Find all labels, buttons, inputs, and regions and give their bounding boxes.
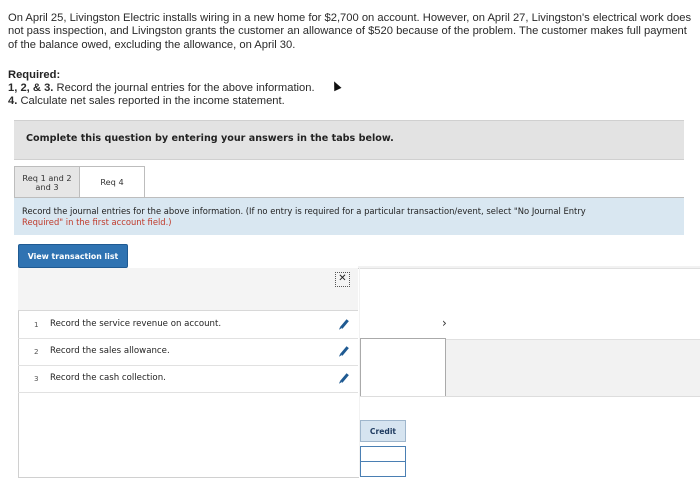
transaction-row[interactable]: 1 Record the service revenue on account. [18, 312, 358, 339]
credit-input[interactable] [360, 461, 406, 477]
tab-req-4[interactable]: Req 4 [79, 166, 145, 200]
mouse-cursor-icon [330, 79, 342, 92]
tab-req-1-2-3-label: Req 1 and 2 and 3 [22, 172, 72, 192]
transaction-row[interactable]: 3 Record the cash collection. [18, 366, 358, 393]
journal-entry-panel [360, 268, 700, 340]
transaction-description: Record the cash collection. [50, 373, 166, 383]
required-item-1: 1, 2, & 3. Record the journal entries fo… [8, 82, 315, 94]
transaction-number: 2 [34, 347, 39, 356]
transaction-row[interactable]: 2 Record the sales allowance. [18, 339, 358, 366]
pencil-icon[interactable] [340, 319, 349, 329]
pencil-icon[interactable] [340, 373, 349, 383]
required-heading: Required: [8, 69, 61, 81]
tab-req-4-label: Req 4 [100, 177, 124, 188]
required-item-2-num: 4. [8, 95, 18, 107]
required-item-2-text: Calculate net sales reported in the inco… [20, 95, 285, 107]
required-item-1-num: 1, 2, & 3. [8, 82, 54, 94]
required-item-2: 4. Calculate net sales reported in the i… [8, 95, 285, 107]
transaction-list-header [18, 268, 358, 311]
instructions-main: Record the journal entries for the above… [22, 206, 586, 216]
chevron-right-icon[interactable]: › [442, 316, 447, 330]
credit-input[interactable] [360, 446, 406, 462]
close-icon[interactable]: ✕ [335, 272, 350, 287]
credit-column-header: Credit [360, 420, 406, 442]
banner-text: Complete this question by entering your … [26, 133, 394, 144]
pencil-icon[interactable] [340, 346, 349, 356]
instructions-text: Record the journal entries for the above… [22, 206, 672, 227]
transaction-number: 3 [34, 374, 39, 383]
problem-statement: On April 25, Livingston Electric install… [8, 12, 692, 51]
journal-entry-area [360, 396, 700, 477]
journal-entry-box [360, 338, 446, 398]
view-transaction-list-button[interactable]: View transaction list [18, 244, 128, 268]
transaction-description: Record the sales allowance. [50, 346, 170, 356]
instructions-box: Record the journal entries for the above… [14, 198, 684, 235]
tab-req-1-2-3[interactable]: Req 1 and 2 and 3 [14, 166, 80, 199]
transaction-description: Record the service revenue on account. [50, 319, 222, 329]
instructions-cont: Required" in the first account field.) [22, 216, 172, 227]
required-item-1-text: Record the journal entries for the above… [56, 82, 315, 94]
instruction-banner: Complete this question by entering your … [14, 120, 684, 160]
transaction-number: 1 [34, 320, 39, 329]
